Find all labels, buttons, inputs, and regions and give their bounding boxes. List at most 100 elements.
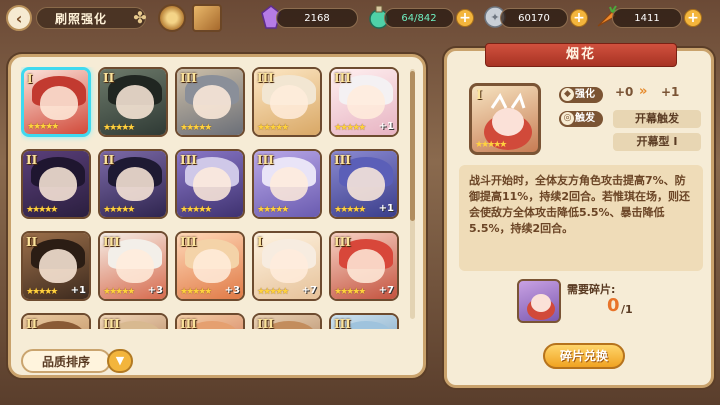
- grid-scrollbar[interactable]: [410, 69, 415, 319]
- character-card[interactable]: III ★★★★★ +7: [329, 231, 399, 301]
- card-tier: III: [180, 235, 197, 249]
- card-bonus: +7: [378, 285, 394, 296]
- card-bonus: +3: [147, 285, 163, 296]
- card-bonus: +1: [378, 203, 394, 214]
- character-face: [270, 85, 308, 119]
- card-stars: ★★★★★: [103, 287, 135, 297]
- card-stars: ★★★★★: [26, 287, 58, 297]
- card-bonus: +1: [70, 285, 86, 296]
- card-tier: III: [334, 153, 351, 167]
- character-face: [270, 249, 308, 283]
- double-chevron-icon: »: [639, 84, 648, 99]
- card-stars: ★★★★★: [26, 205, 58, 215]
- card-tier: III: [257, 153, 274, 167]
- fragments-required: /1: [621, 303, 633, 316]
- card-stars: ★★★★★: [257, 123, 289, 133]
- trigger-icon: ◎: [561, 112, 574, 125]
- card-stars: ★★★★★: [257, 205, 289, 215]
- crystal-counter: 2168: [276, 8, 358, 28]
- book-icon[interactable]: [192, 4, 222, 32]
- character-card[interactable]: III: [175, 313, 245, 329]
- clover-icon: ✤: [133, 8, 147, 27]
- card-stars: ★★★★★: [27, 122, 59, 132]
- card-tier: I: [257, 235, 263, 249]
- character-face: [116, 249, 154, 283]
- character-face: [347, 249, 385, 283]
- card-stars: ★★★★★: [180, 287, 212, 297]
- card-stars: ★★★★★: [334, 205, 366, 215]
- card-tier: III: [257, 71, 274, 85]
- card-tier: III: [334, 317, 351, 329]
- card-tier: III: [180, 71, 197, 85]
- fragment-art-icon: [527, 294, 555, 320]
- card-tier: I: [476, 88, 483, 103]
- card-tier: III: [334, 235, 351, 249]
- character-card[interactable]: III: [329, 313, 399, 329]
- card-tier: III: [257, 317, 274, 329]
- character-card[interactable]: III ★★★★★: [175, 149, 245, 219]
- character-card[interactable]: III ★★★★★ +3: [175, 231, 245, 301]
- character-card[interactable]: III ★★★★★: [252, 149, 322, 219]
- character-face: [193, 85, 231, 119]
- scrollbar-thumb[interactable]: [410, 71, 415, 221]
- card-stars: ★★★★★: [103, 123, 135, 133]
- add-stamina-button[interactable]: +: [456, 9, 474, 27]
- character-face: [193, 167, 231, 201]
- character-card[interactable]: I ★★★★★: [21, 67, 91, 137]
- selected-card-portrait: I ★★★★★: [469, 83, 541, 155]
- card-tier: III: [103, 235, 120, 249]
- character-face: [40, 86, 78, 120]
- add-carrot-button[interactable]: +: [684, 9, 702, 27]
- character-card[interactable]: II: [21, 313, 91, 329]
- back-button[interactable]: ‹: [6, 5, 32, 31]
- character-face: [347, 167, 385, 201]
- card-tier: I: [27, 72, 33, 86]
- card-tier: II: [103, 153, 115, 167]
- character-card[interactable]: I ★★★★★ +7: [252, 231, 322, 301]
- enhance-to: +1: [661, 85, 680, 99]
- silver-counter: 60170: [500, 8, 568, 28]
- add-silver-button[interactable]: +: [570, 9, 588, 27]
- character-card[interactable]: III ★★★★★: [252, 67, 322, 137]
- card-bonus: +1: [378, 121, 394, 132]
- character-card[interactable]: III ★★★★★ +1: [329, 67, 399, 137]
- fragment-exchange-button[interactable]: 碎片兑换: [543, 343, 625, 369]
- chevron-down-icon[interactable]: ▼: [107, 349, 133, 373]
- character-card[interactable]: III ★★★★★ +1: [329, 149, 399, 219]
- shield-icon: ◆: [561, 88, 574, 101]
- trigger-tag: ◎ 触发: [559, 111, 603, 127]
- character-card[interactable]: II ★★★★★: [21, 149, 91, 219]
- skill-description: 战斗开始时，全体友方角色攻击提高7%、防御提高11%，持续2回合。若惟琪在场，则…: [459, 165, 703, 271]
- fragment-portrait: [517, 279, 561, 323]
- card-detail-panel: 烟花 I ★★★★★ ◆ 强化 +0 » +1 ◎ 触发 开幕触发 开幕型 I …: [444, 43, 714, 388]
- card-tier: II: [103, 71, 115, 85]
- character-face: [116, 167, 154, 201]
- character-card[interactable]: III: [98, 313, 168, 329]
- card-name-ribbon: 烟花: [485, 43, 677, 67]
- card-tier: II: [26, 317, 38, 329]
- character-card[interactable]: II ★★★★★: [98, 149, 168, 219]
- stamina-counter: 64/842: [384, 8, 454, 28]
- card-stars: ★★★★★: [180, 205, 212, 215]
- compass-icon[interactable]: [158, 4, 186, 32]
- character-face: [347, 85, 385, 119]
- card-tier: III: [334, 71, 351, 85]
- card-grid[interactable]: I ★★★★★ II ★★★★★ III ★★★★★ III ★★★★★ III ★★★★★ +1 I…: [21, 67, 407, 329]
- card-stars: ★★★★★: [180, 123, 212, 133]
- card-stars: ★★★★★: [334, 123, 366, 133]
- character-card[interactable]: III ★★★★★: [175, 67, 245, 137]
- card-bonus: +7: [301, 285, 317, 296]
- enhance-tag: ◆ 强化: [559, 87, 603, 103]
- character-card[interactable]: III: [252, 313, 322, 329]
- card-bonus: +3: [224, 285, 240, 296]
- character-face: [116, 85, 154, 119]
- character-card[interactable]: II ★★★★★: [98, 67, 168, 137]
- fragments-owned: 0: [607, 295, 620, 316]
- sort-button[interactable]: 品质排序: [21, 349, 111, 373]
- svg-text:✦: ✦: [490, 11, 499, 24]
- card-tier: III: [180, 153, 197, 167]
- card-stars: ★★★★★: [475, 140, 507, 150]
- character-card[interactable]: III ★★★★★ +3: [98, 231, 168, 301]
- character-face: [270, 167, 308, 201]
- character-card[interactable]: II ★★★★★ +1: [21, 231, 91, 301]
